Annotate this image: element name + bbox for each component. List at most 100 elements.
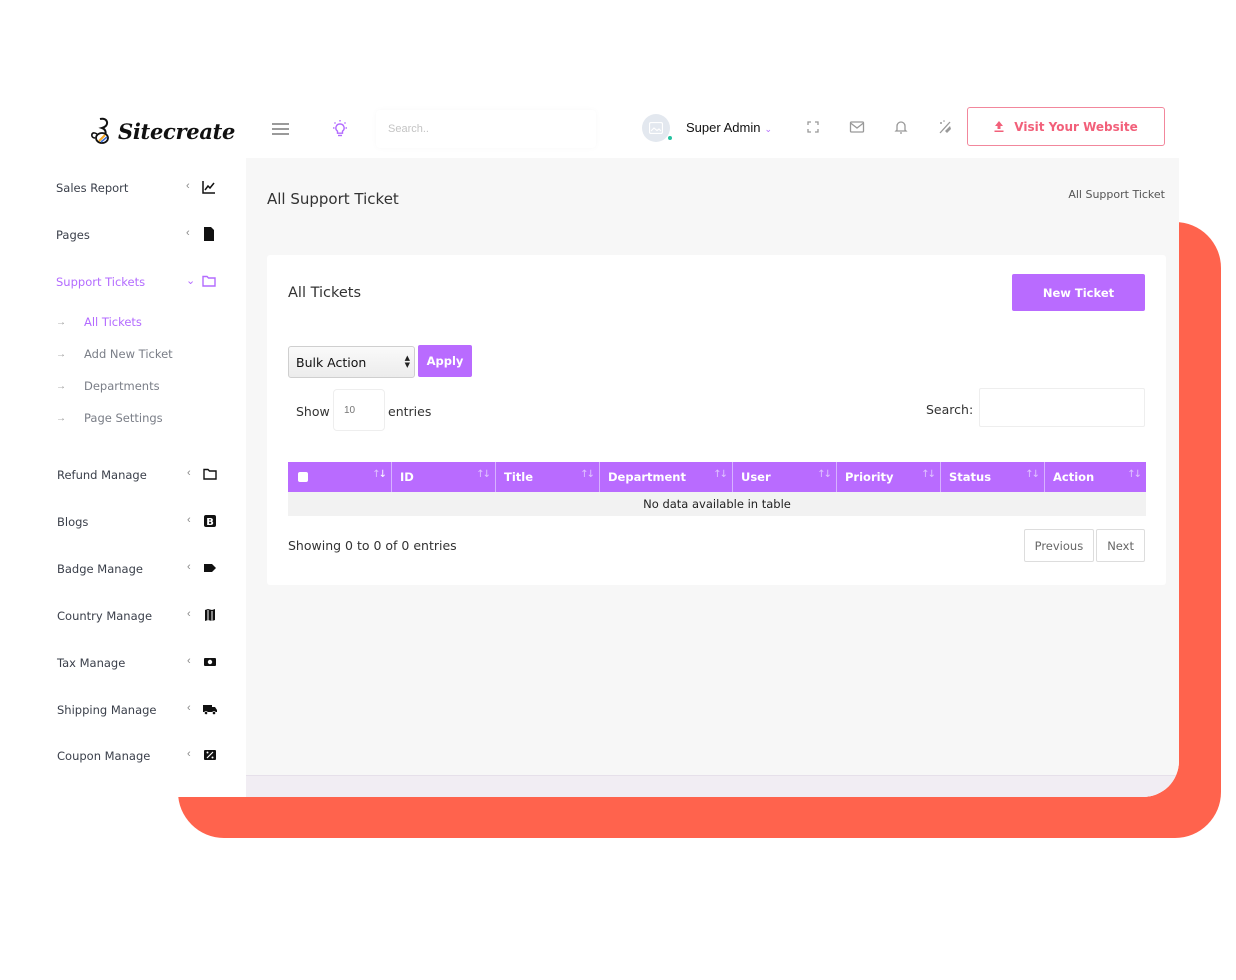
column-priority[interactable]: Priority ↑↓ xyxy=(837,462,941,492)
bulk-action-select[interactable]: Bulk Action ▲ ▼ xyxy=(288,346,415,378)
sidebar-subitem-label: Page Settings xyxy=(84,411,163,425)
sidebar-subitem-label: All Tickets xyxy=(84,315,142,329)
sidebar-item-shipping-manage[interactable]: Shipping Manage ‹ xyxy=(57,700,217,720)
column-label: Title xyxy=(504,470,534,484)
sidebar-item-label: Pages xyxy=(56,228,90,242)
folder-icon xyxy=(202,275,216,287)
sidebar-item-label: Shipping Manage xyxy=(57,703,157,717)
image-placeholder-icon xyxy=(649,122,663,134)
visit-website-label: Visit Your Website xyxy=(1014,119,1138,134)
column-id[interactable]: ID ↑↓ xyxy=(392,462,496,492)
column-action[interactable]: Action ↑↓ xyxy=(1045,462,1146,492)
coupon-icon xyxy=(204,750,216,760)
chevron-left-icon: ‹ xyxy=(187,748,191,760)
sidebar-item-label: Refund Manage xyxy=(57,468,147,482)
sort-icon: ↑↓ xyxy=(476,469,491,480)
visit-website-button[interactable]: Visit Your Website xyxy=(967,107,1165,146)
sidebar-item-support-tickets[interactable]: Support Tickets ⌄ xyxy=(56,272,216,292)
user-name: Super Admin xyxy=(686,120,761,135)
sidebar-item-label: Support Tickets xyxy=(56,275,146,289)
mail-icon[interactable] xyxy=(849,119,865,135)
sidebar-subitem-add-new-ticket[interactable]: → Add New Ticket xyxy=(56,345,173,363)
chart-line-icon xyxy=(202,181,215,194)
bulk-action-value: Bulk Action xyxy=(296,354,367,370)
column-status[interactable]: Status ↑↓ xyxy=(941,462,1045,492)
logo[interactable]: Sitecreate xyxy=(88,116,235,146)
admin-window: Sitecreate Super Admin⌄ xyxy=(28,100,1179,797)
sort-icon: ↑↓ xyxy=(713,469,728,480)
empty-table-message: No data available in table xyxy=(288,492,1146,516)
sort-icon: ↑↓ xyxy=(1127,469,1142,480)
chevron-left-icon: ‹ xyxy=(187,467,191,479)
breadcrumb[interactable]: All Support Ticket xyxy=(1068,188,1165,201)
sidebar-item-pages[interactable]: Pages ‹ xyxy=(56,225,216,245)
bell-icon[interactable] xyxy=(893,119,909,135)
table-info: Showing 0 to 0 of 0 entries xyxy=(288,538,457,553)
sidebar-subitem-label: Departments xyxy=(84,379,160,393)
sidebar-item-blogs[interactable]: Blogs ‹ B xyxy=(57,512,217,532)
chevron-left-icon: ‹ xyxy=(186,227,190,239)
chevron-down-icon: ⌄ xyxy=(186,275,196,287)
chevron-left-icon: ‹ xyxy=(187,514,191,526)
apply-button[interactable]: Apply xyxy=(418,345,472,377)
column-label: Status xyxy=(949,470,992,484)
upload-icon xyxy=(994,121,1004,132)
user-menu[interactable]: Super Admin ⌄ xyxy=(686,120,772,135)
select-all-checkbox[interactable] xyxy=(298,472,308,482)
new-ticket-button[interactable]: New Ticket xyxy=(1012,274,1145,311)
card-title: All Tickets xyxy=(288,285,362,301)
select-arrows-icon: ▲ ▼ xyxy=(404,354,410,369)
arrow-right-icon: → xyxy=(56,348,66,360)
map-icon xyxy=(205,609,215,621)
menu-icon[interactable] xyxy=(272,123,289,135)
sidebar-item-sales-report[interactable]: Sales Report ‹ xyxy=(56,178,216,198)
column-label: Action xyxy=(1053,470,1095,484)
sidebar-item-coupon-manage[interactable]: Coupon Manage ‹ xyxy=(57,746,217,766)
fullscreen-icon[interactable] xyxy=(805,119,821,135)
sidebar-item-country-manage[interactable]: Country Manage ‹ xyxy=(57,606,217,626)
sidebar-item-tax-manage[interactable]: Tax Manage ‹ xyxy=(57,653,217,673)
column-department[interactable]: Department ↑↓ xyxy=(600,462,733,492)
column-user[interactable]: User ↑↓ xyxy=(733,462,837,492)
column-label: Department xyxy=(608,470,686,484)
bee-logo-icon xyxy=(91,117,109,144)
sidebar-item-label: Tax Manage xyxy=(57,656,126,670)
clear-cache-icon[interactable] xyxy=(937,119,953,135)
file-icon xyxy=(204,227,214,241)
column-title[interactable]: Title ↑↓ xyxy=(496,462,600,492)
page-title: All Support Ticket xyxy=(267,190,399,208)
entries-label: entries xyxy=(388,404,432,419)
column-select-all[interactable]: ↑↓ xyxy=(288,462,392,492)
truck-icon xyxy=(203,705,217,715)
sidebar-subitem-departments[interactable]: → Departments xyxy=(56,377,160,395)
sidebar-item-refund-manage[interactable]: Refund Manage ‹ xyxy=(57,465,217,485)
sidebar-subitem-all-tickets[interactable]: → All Tickets xyxy=(56,313,142,331)
main-content: All Support Ticket All Support Ticket Al… xyxy=(246,158,1179,797)
folder-icon xyxy=(203,468,217,480)
chevron-left-icon: ‹ xyxy=(187,655,191,667)
sidebar-subitem-label: Add New Ticket xyxy=(84,347,173,361)
sidebar-subitem-page-settings[interactable]: → Page Settings xyxy=(56,409,163,427)
bulb-icon[interactable] xyxy=(330,119,350,139)
sidebar-item-label: Sales Report xyxy=(56,181,129,195)
column-label: ID xyxy=(400,470,414,484)
show-label: Show xyxy=(296,404,330,419)
chevron-left-icon: ‹ xyxy=(187,608,191,620)
table-search-input[interactable] xyxy=(979,388,1145,427)
column-label: Priority xyxy=(845,470,894,484)
brand-name: Sitecreate xyxy=(118,118,236,144)
sort-icon: ↑↓ xyxy=(1025,469,1040,480)
blogger-icon: B xyxy=(204,515,216,528)
global-search-input[interactable] xyxy=(376,110,596,148)
svg-text:B: B xyxy=(206,517,214,528)
footer-strip xyxy=(246,775,1179,797)
sort-icon: ↑↓ xyxy=(817,469,832,480)
entries-per-page-input[interactable] xyxy=(333,389,385,431)
previous-page-button[interactable]: Previous xyxy=(1023,529,1095,562)
chevron-down-icon: ⌄ xyxy=(764,124,772,134)
sidebar-item-badge-manage[interactable]: Badge Manage ‹ xyxy=(57,559,217,579)
sidebar: Sales Report ‹ Pages ‹ Support Tickets ⌄… xyxy=(28,158,246,797)
sort-icon: ↑↓ xyxy=(580,469,595,480)
avatar[interactable] xyxy=(642,114,673,142)
next-page-button[interactable]: Next xyxy=(1096,529,1145,562)
